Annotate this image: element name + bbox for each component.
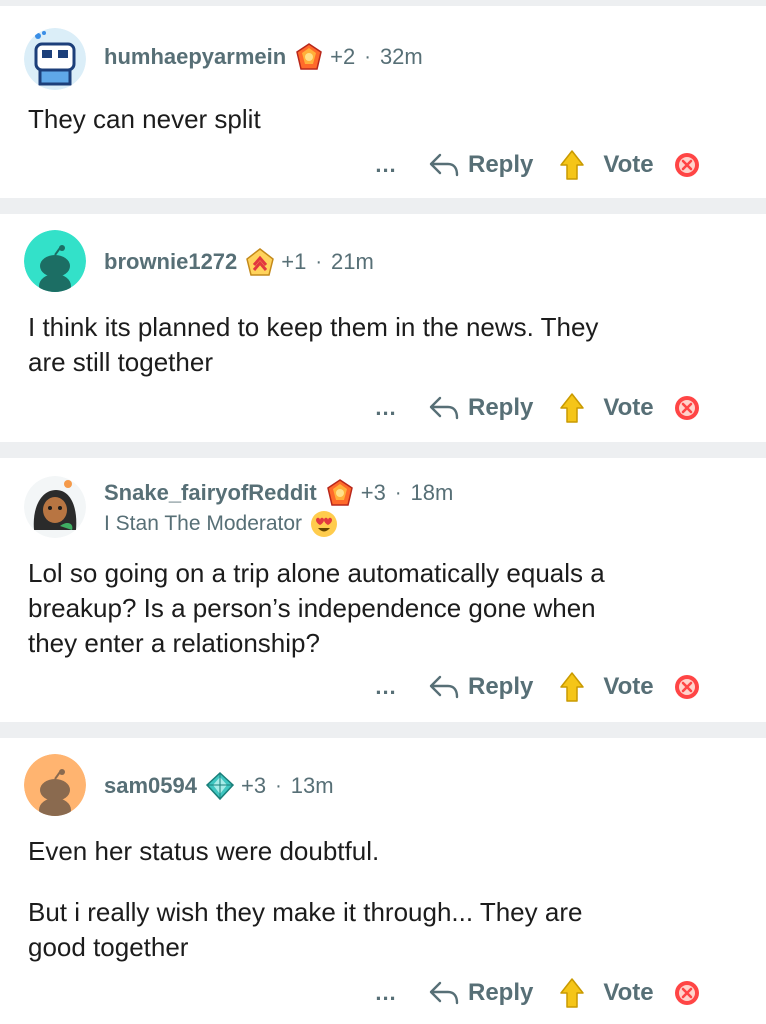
- comment-text-line: good together: [28, 932, 189, 962]
- avatar[interactable]: [24, 28, 86, 90]
- downvote-button[interactable]: [674, 980, 700, 1006]
- award-count: +3: [240, 773, 267, 798]
- separator-dot: ·: [315, 250, 323, 273]
- vote-label: Vote: [603, 673, 654, 700]
- comment-text-line: breakup? Is a person’s independence gone…: [28, 593, 596, 623]
- comment: humhaepyarmein +2 · 32m They can never s…: [0, 6, 766, 198]
- downvote-arrow-icon: [674, 153, 699, 177]
- diamond-award-icon[interactable]: [205, 771, 235, 801]
- comment-text-line: are still together: [28, 347, 213, 377]
- downvote-arrow-icon: [674, 396, 699, 420]
- comment-actions: ... Reply Vote: [366, 667, 700, 707]
- more-options-button[interactable]: ...: [366, 674, 406, 700]
- reply-arrow-icon: [429, 675, 459, 699]
- upvote-button[interactable]: Vote: [559, 392, 654, 424]
- comment-text-line: they enter a relationship?: [28, 628, 320, 658]
- vote-label: Vote: [603, 394, 654, 421]
- comment-actions: ... Reply Vote: [366, 973, 700, 1013]
- snoo-avatar-icon: [24, 230, 86, 292]
- avatar[interactable]: [24, 230, 86, 292]
- upvote-button[interactable]: Vote: [559, 149, 654, 181]
- timestamp: 21m: [331, 249, 374, 274]
- reply-button[interactable]: Reply: [428, 979, 533, 1007]
- downvote-arrow-icon: [674, 675, 699, 699]
- separator-dot: ·: [275, 774, 282, 797]
- reply-label: Reply: [468, 673, 534, 700]
- comment-separator: [0, 442, 766, 458]
- reply-button[interactable]: Reply: [428, 151, 533, 179]
- upvote-button[interactable]: Vote: [559, 671, 654, 703]
- upvote-arrow-icon: [560, 672, 585, 702]
- comment-body: Even her status were doubtful. But i rea…: [28, 834, 728, 965]
- downvote-button[interactable]: [674, 674, 700, 700]
- downvote-button[interactable]: [674, 152, 700, 178]
- comment-text-line: [28, 869, 728, 895]
- timestamp: 13m: [290, 773, 334, 798]
- award-count: +1: [281, 249, 307, 274]
- username[interactable]: brownie1272: [104, 249, 237, 275]
- award-count: +2: [330, 44, 356, 69]
- reply-button[interactable]: Reply: [428, 394, 533, 422]
- user-flair: I Stan The Moderator: [104, 510, 338, 538]
- comment-meta: Snake_fairyofReddit +3 · 18m: [104, 478, 453, 508]
- comment-text-line: But i really wish they make it through..…: [28, 897, 583, 927]
- chevron-medal-award-icon[interactable]: [245, 247, 275, 277]
- comment: brownie1272 +1 · 21m I think its planned…: [0, 214, 766, 440]
- reply-button[interactable]: Reply: [428, 673, 533, 701]
- comment-actions: ... Reply Vote: [366, 145, 700, 185]
- heart-eyes-emoji-icon: [310, 510, 338, 538]
- comment: sam0594 +3 · 13m Even her status were do…: [0, 738, 766, 1024]
- reply-arrow-icon: [429, 153, 459, 177]
- upvote-arrow-icon: [560, 150, 585, 180]
- timestamp: 18m: [410, 480, 454, 505]
- username[interactable]: Snake_fairyofReddit: [104, 480, 317, 506]
- comment-body: Lol so going on a trip alone automatical…: [28, 556, 728, 661]
- reply-label: Reply: [468, 979, 534, 1006]
- snoo-avatar-icon: [24, 754, 86, 816]
- vote-label: Vote: [603, 151, 654, 178]
- comment-text-line: Lol so going on a trip alone automatical…: [28, 558, 605, 588]
- reply-arrow-icon: [429, 981, 459, 1005]
- comment-meta: sam0594 +3 · 13m: [104, 771, 334, 801]
- timestamp: 32m: [379, 44, 423, 69]
- avatar[interactable]: [24, 754, 86, 816]
- username[interactable]: humhaepyarmein: [104, 44, 286, 70]
- comment-separator: [0, 198, 766, 214]
- robot-avatar-icon: [24, 28, 86, 90]
- upvote-arrow-icon: [560, 978, 585, 1008]
- comment-separator: [0, 722, 766, 738]
- more-options-button[interactable]: ...: [366, 980, 406, 1006]
- upvote-arrow-icon: [560, 393, 585, 423]
- reply-label: Reply: [468, 394, 534, 421]
- separator-dot: ·: [364, 45, 371, 68]
- reply-arrow-icon: [429, 396, 459, 420]
- avatar[interactable]: [24, 476, 86, 538]
- downvote-button[interactable]: [674, 395, 700, 421]
- vote-label: Vote: [603, 979, 654, 1006]
- comment-actions: ... Reply Vote: [366, 388, 700, 428]
- separator-dot: ·: [394, 481, 402, 504]
- award-count: +3: [360, 480, 386, 505]
- more-options-button[interactable]: ...: [366, 152, 406, 178]
- comment-body: They can never split: [28, 102, 728, 137]
- snake-fairy-avatar-icon: [24, 476, 86, 538]
- more-options-button[interactable]: ...: [366, 395, 406, 421]
- fire-gem-award-icon[interactable]: [325, 478, 355, 508]
- fire-gem-award-icon[interactable]: [294, 42, 324, 72]
- comment-body: I think its planned to keep them in the …: [28, 310, 728, 380]
- username[interactable]: sam0594: [104, 773, 197, 799]
- comment-text-line: They can never split: [28, 104, 261, 134]
- comment-text-line: Even her status were doubtful.: [28, 836, 380, 866]
- flair-text: I Stan The Moderator: [104, 512, 303, 535]
- downvote-arrow-icon: [674, 981, 699, 1005]
- comment: Snake_fairyofReddit +3 · 18m I Stan The …: [0, 458, 766, 720]
- comment-meta: brownie1272 +1 · 21m: [104, 247, 374, 277]
- reply-label: Reply: [468, 151, 534, 178]
- upvote-button[interactable]: Vote: [559, 977, 654, 1009]
- comment-meta: humhaepyarmein +2 · 32m: [104, 42, 423, 72]
- comment-text-line: I think its planned to keep them in the …: [28, 312, 599, 342]
